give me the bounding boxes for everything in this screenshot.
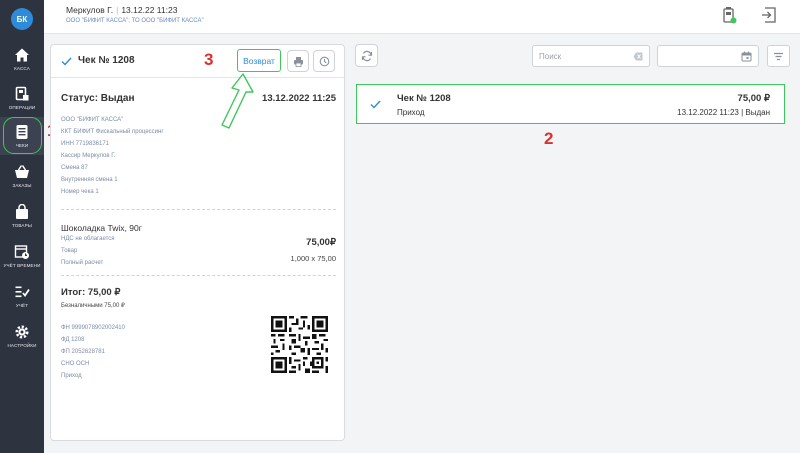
- company-logo[interactable]: БК: [11, 8, 33, 30]
- refresh-icon: [361, 50, 372, 61]
- header-separator: |: [116, 5, 119, 15]
- gear-icon: [15, 325, 29, 339]
- fiscal-fp: ФП 2052628781: [61, 349, 105, 355]
- sidebar-item-products[interactable]: Товары: [0, 197, 44, 235]
- sidebar-item-orders[interactable]: Заказы: [0, 157, 44, 195]
- sidebar-item-label: Касса: [14, 66, 30, 71]
- sidebar-item-receipts[interactable]: Чеки: [0, 117, 44, 155]
- home-icon: [15, 48, 29, 62]
- receipt-shift: Смена 87: [61, 165, 88, 171]
- receipt-list-row[interactable]: Чек № 1208 Приход 75,00 ₽ 13.12.2022 11:…: [356, 84, 785, 124]
- receipt-cashless: Безналичными 75,00 ₽: [61, 303, 125, 309]
- row-receipt-status: Выдан: [745, 108, 770, 117]
- annotation-arrow-icon: [221, 73, 254, 129]
- item-payment-method: Полный расчет: [61, 260, 104, 266]
- receipt-inn: ИНН 7719836171: [61, 141, 110, 147]
- printer-icon: [293, 56, 303, 67]
- sidebar-item-operations[interactable]: Операции: [0, 79, 44, 117]
- refresh-button[interactable]: [355, 44, 378, 67]
- sidebar-item-accounting[interactable]: Учёт: [0, 277, 44, 315]
- item-type: Товар: [61, 248, 78, 254]
- sidebar-item-label: Учёт: [15, 303, 29, 308]
- fiscal-fd: ФД 1208: [61, 337, 85, 343]
- history-icon: [319, 56, 329, 66]
- item-quantity: 1,000 x 75,00: [290, 254, 336, 263]
- search-input[interactable]: [533, 46, 628, 67]
- basket-icon: [15, 165, 29, 178]
- divider: [61, 209, 336, 210]
- annotation-number-2: 2: [544, 129, 554, 148]
- sidebar-item-label: Учёт времени: [3, 263, 41, 268]
- receipts-icon: [16, 125, 28, 139]
- row-receipt-type: Приход: [397, 108, 425, 117]
- divider: [61, 275, 336, 276]
- row-receipt-datetime: 13.12.2022 11:23: [677, 108, 739, 117]
- receipt-detail-panel: Чек № 1208 Возврат Статус: Выдан 13.12.2…: [50, 44, 345, 441]
- receipt-status: Статус: Выдан: [61, 93, 135, 104]
- sidebar-item-label: Чеки: [15, 143, 29, 148]
- header-user-name: Меркулов Г.: [66, 5, 114, 15]
- sidebar: БК Касса Операции Чеки Заказы Товары Учё…: [0, 0, 44, 453]
- filter-button[interactable]: [767, 45, 790, 67]
- accounting-icon: [15, 286, 30, 298]
- receipt-total: Итог: 75,00 ₽: [61, 287, 121, 298]
- receipt-org: ООО "БИФИТ КАССА": [61, 117, 124, 123]
- item-name: Шоколадка Twix, 90г: [61, 223, 142, 233]
- top-header: Меркулов Г. | 13.12.22 11:23 ООО "БИФИТ КА…: [44, 0, 800, 34]
- date-filter-field[interactable]: [657, 45, 759, 67]
- search-field[interactable]: [532, 45, 650, 67]
- clear-search-icon[interactable]: [633, 52, 643, 61]
- calendar-icon[interactable]: [741, 51, 752, 62]
- qr-code: [271, 316, 328, 373]
- filter-icon: [774, 52, 783, 60]
- sidebar-item-label: Заказы: [12, 183, 32, 188]
- receipt-title: Чек № 1208: [78, 55, 135, 66]
- sidebar-item-label: Товары: [12, 223, 32, 228]
- row-receipt-title: Чек № 1208: [397, 93, 451, 104]
- timesheet-icon: [14, 245, 29, 259]
- fiscal-type: Приход: [61, 373, 82, 379]
- sidebar-item-settings[interactable]: Настройки: [0, 317, 44, 355]
- row-receipt-info: 13.12.2022 11:23 | Выдан: [677, 108, 770, 117]
- receipt-number: Номер чека 1: [61, 189, 99, 195]
- sidebar-item-timesheet[interactable]: Учёт времени: [0, 237, 44, 275]
- history-button[interactable]: [313, 50, 335, 72]
- check-icon: [61, 57, 72, 66]
- fiscal-fn: ФН 9999078902002410: [61, 325, 125, 331]
- bag-icon: [16, 204, 28, 219]
- header-user-line: Меркулов Г. | 13.12.22 11:23: [66, 5, 177, 15]
- print-button[interactable]: [287, 50, 309, 72]
- receipt-kkt: ККТ БИФИТ Фискальный процессинг: [61, 129, 164, 135]
- row-receipt-amount: 75,00 ₽: [737, 93, 770, 104]
- annotation-number-3: 3: [204, 50, 214, 69]
- operations-icon: [15, 86, 29, 101]
- header-datetime: 13.12.22 11:23: [121, 5, 178, 15]
- item-vat: НДС не облагается: [61, 236, 115, 242]
- receipt-panel-header: Чек № 1208 Возврат: [51, 45, 344, 78]
- sidebar-item-kassa[interactable]: Касса: [0, 40, 44, 78]
- receipt-internal-shift: Внутренняя смена 1: [61, 177, 118, 183]
- check-icon: [370, 100, 381, 109]
- cash-register-status-icon[interactable]: [720, 6, 738, 24]
- receipt-date: 13.12.2022 11:25: [262, 93, 336, 104]
- item-price: 75,00₽: [306, 237, 336, 248]
- logout-icon[interactable]: [760, 6, 778, 24]
- sidebar-item-label: Настройки: [7, 343, 37, 348]
- sidebar-item-label: Операции: [8, 105, 36, 110]
- header-organization: ООО "БИФИТ КАССА"; ТО ООО "БИФИТ КАССА": [66, 18, 204, 24]
- fiscal-sno: СНО ОСН: [61, 361, 90, 367]
- receipt-cashier: Кассир Меркулов Г.: [61, 153, 116, 159]
- return-button[interactable]: Возврат: [237, 49, 281, 72]
